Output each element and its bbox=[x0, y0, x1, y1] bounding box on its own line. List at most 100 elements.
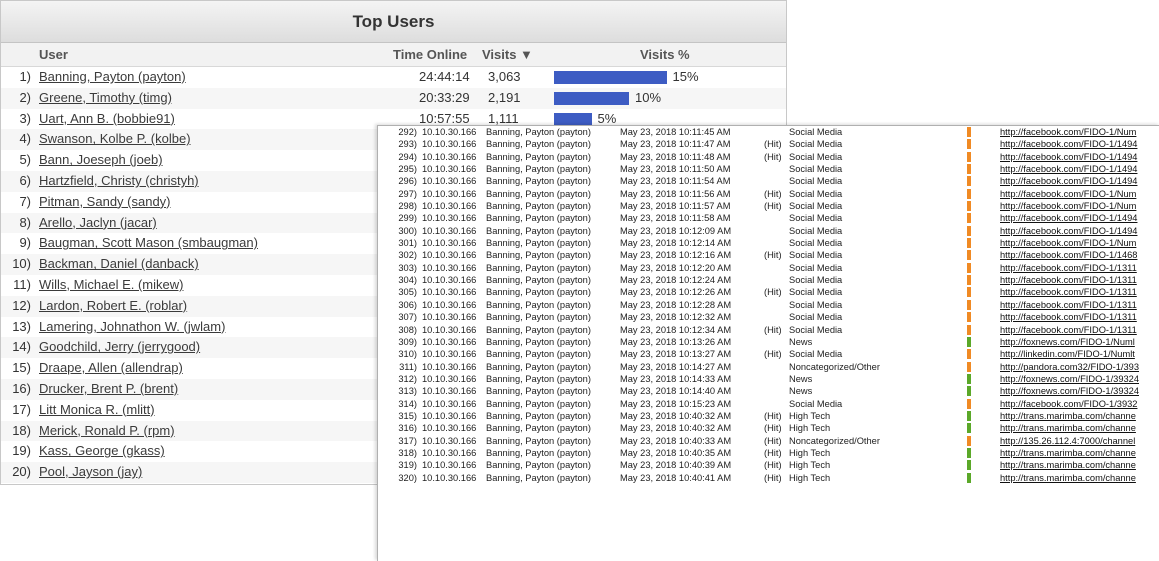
category-color-marker bbox=[967, 188, 971, 199]
log-url-link[interactable]: http://trans.marimba.com/channe bbox=[1000, 422, 1136, 434]
log-url-link[interactable]: http://facebook.com/FIDO-1/1494 bbox=[1000, 212, 1137, 224]
log-url-link[interactable]: http://foxnews.com/FIDO-1/Numl bbox=[1000, 336, 1135, 348]
log-row: 296) 10.10.30.166 Banning, Payton (payton)… bbox=[378, 175, 1159, 187]
column-header-visits[interactable]: Visits ▼ bbox=[482, 43, 533, 66]
log-url-link[interactable]: http://facebook.com/FIDO-1/1494 bbox=[1000, 138, 1137, 150]
user-link[interactable]: Drucker, Brent P. (brent) bbox=[39, 379, 178, 400]
log-hit-flag: (Hit) bbox=[764, 435, 782, 446]
log-url-link[interactable]: http://linkedin.com/FIDO-1/Numlt bbox=[1000, 348, 1135, 360]
log-url-link[interactable]: http://facebook.com/FIDO-1/3932 bbox=[1000, 398, 1137, 410]
user-link[interactable]: Draape, Allen (allendrap) bbox=[39, 358, 183, 379]
log-url-link[interactable]: http://trans.marimba.com/channe bbox=[1000, 459, 1136, 471]
log-index: 300) bbox=[398, 225, 417, 236]
category-color-marker bbox=[967, 250, 971, 261]
user-link[interactable]: Lamering, Johnathon W. (jwlam) bbox=[39, 317, 225, 338]
log-user: Banning, Payton (payton) bbox=[486, 287, 591, 298]
log-url-link[interactable]: http://facebook.com/FIDO-1/1311 bbox=[1000, 274, 1137, 286]
visits-pct: 10% bbox=[635, 89, 662, 105]
log-url-link[interactable]: http://facebook.com/FIDO-1/1311 bbox=[1000, 324, 1137, 336]
user-link[interactable]: Goodchild, Jerry (jerrygood) bbox=[39, 337, 200, 358]
user-link[interactable]: Banning, Payton (payton) bbox=[39, 67, 186, 88]
log-category: High Tech bbox=[789, 410, 831, 421]
log-ip: 10.10.30.166 bbox=[422, 201, 477, 212]
log-index: 296) bbox=[398, 176, 417, 187]
log-url-link[interactable]: http://facebook.com/FIDO-1/1468 bbox=[1000, 249, 1137, 261]
log-url-link[interactable]: http://facebook.com/FIDO-1/1311 bbox=[1000, 299, 1137, 311]
user-link[interactable]: Litt Monica R. (mlitt) bbox=[39, 400, 155, 421]
log-index: 317) bbox=[398, 435, 417, 446]
user-link[interactable]: Pitman, Sandy (sandy) bbox=[39, 192, 171, 213]
log-url-link[interactable]: http://facebook.com/FIDO-1/1494 bbox=[1000, 151, 1137, 163]
log-timestamp: May 23, 2018 10:12:09 AM bbox=[620, 225, 732, 236]
log-url-link[interactable]: http://facebook.com/FIDO-1/1311 bbox=[1000, 311, 1137, 323]
log-hit-flag: (Hit) bbox=[764, 423, 782, 434]
log-url-link[interactable]: http://trans.marimba.com/channe bbox=[1000, 410, 1136, 422]
log-user: Banning, Payton (payton) bbox=[486, 435, 591, 446]
column-header-user[interactable]: User bbox=[39, 43, 68, 66]
log-row: 311) 10.10.30.166 Banning, Payton (payton)… bbox=[378, 361, 1159, 373]
log-category: Social Media bbox=[789, 213, 843, 224]
log-user: Banning, Payton (payton) bbox=[486, 460, 591, 471]
category-color-marker bbox=[967, 151, 971, 162]
log-ip: 10.10.30.166 bbox=[422, 386, 477, 397]
log-hit-flag: (Hit) bbox=[764, 349, 782, 360]
log-ip: 10.10.30.166 bbox=[422, 312, 477, 323]
visits-bar bbox=[554, 71, 667, 84]
log-url-link[interactable]: http://facebook.com/FIDO-1/1494 bbox=[1000, 163, 1137, 175]
log-user: Banning, Payton (payton) bbox=[486, 176, 591, 187]
user-link[interactable]: Pool, Jayson (jay) bbox=[39, 462, 142, 483]
category-color-marker bbox=[967, 201, 971, 212]
user-link[interactable]: Swanson, Kolbe P. (kolbe) bbox=[39, 129, 191, 150]
log-index: 295) bbox=[398, 164, 417, 175]
log-url-link[interactable]: http://facebook.com/FIDO-1/1494 bbox=[1000, 225, 1137, 237]
log-url-link[interactable]: http://trans.marimba.com/channe bbox=[1000, 472, 1136, 484]
log-ip: 10.10.30.166 bbox=[422, 435, 477, 446]
user-link[interactable]: Wills, Michael E. (mikew) bbox=[39, 275, 183, 296]
log-url-link[interactable]: http://facebook.com/FIDO-1/Num bbox=[1000, 126, 1136, 138]
log-category: Social Media bbox=[789, 225, 843, 236]
user-link[interactable]: Backman, Daniel (danback) bbox=[39, 254, 199, 275]
row-rank: 8) bbox=[19, 214, 31, 230]
log-url-link[interactable]: http://facebook.com/FIDO-1/Num bbox=[1000, 200, 1136, 212]
log-hit-flag: (Hit) bbox=[764, 201, 782, 212]
log-row: 313) 10.10.30.166 Banning, Payton (payton)… bbox=[378, 385, 1159, 397]
user-link[interactable]: Bann, Joeseph (joeb) bbox=[39, 150, 163, 171]
log-timestamp: May 23, 2018 10:40:32 AM bbox=[620, 410, 732, 421]
log-url-link[interactable]: http://foxnews.com/FIDO-1/39324 bbox=[1000, 385, 1139, 397]
category-color-marker bbox=[967, 373, 971, 384]
log-timestamp: May 23, 2018 10:11:57 AM bbox=[620, 201, 731, 212]
user-link[interactable]: Uart, Ann B. (bobbie91) bbox=[39, 109, 175, 130]
user-link[interactable]: Arello, Jaclyn (jacar) bbox=[39, 213, 157, 234]
log-url-link[interactable]: http://facebook.com/FIDO-1/1311 bbox=[1000, 262, 1137, 274]
log-user: Banning, Payton (payton) bbox=[486, 225, 591, 236]
log-url-link[interactable]: http://facebook.com/FIDO-1/Num bbox=[1000, 188, 1136, 200]
log-url-link[interactable]: http://trans.marimba.com/channe bbox=[1000, 447, 1136, 459]
log-ip: 10.10.30.166 bbox=[422, 164, 477, 175]
column-header-time-online[interactable]: Time Online bbox=[393, 43, 467, 66]
log-user: Banning, Payton (payton) bbox=[486, 472, 591, 483]
log-index: 312) bbox=[398, 373, 417, 384]
user-link[interactable]: Hartzfield, Christy (christyh) bbox=[39, 171, 199, 192]
log-timestamp: May 23, 2018 10:12:34 AM bbox=[620, 324, 732, 335]
log-category: News bbox=[789, 386, 813, 397]
user-link[interactable]: Kass, George (gkass) bbox=[39, 441, 165, 462]
column-header-visits-pct[interactable]: Visits % bbox=[640, 43, 690, 66]
log-index: 293) bbox=[398, 139, 417, 150]
log-row: 302) 10.10.30.166 Banning, Payton (payton)… bbox=[378, 249, 1159, 261]
log-url-link[interactable]: http://135.26.112.4:7000/channel bbox=[1000, 435, 1135, 447]
user-link[interactable]: Greene, Timothy (timg) bbox=[39, 88, 172, 109]
user-link[interactable]: Baugman, Scott Mason (smbaugman) bbox=[39, 233, 258, 254]
log-row: 293) 10.10.30.166 Banning, Payton (payton)… bbox=[378, 138, 1159, 150]
log-url-link[interactable]: http://pandora.com32/FIDO-1/393 bbox=[1000, 361, 1139, 373]
log-timestamp: May 23, 2018 10:12:24 AM bbox=[620, 275, 732, 286]
category-color-marker bbox=[967, 213, 971, 224]
log-url-link[interactable]: http://foxnews.com/FIDO-1/39324 bbox=[1000, 373, 1139, 385]
user-link[interactable]: Merick, Ronald P. (rpm) bbox=[39, 421, 175, 442]
log-url-link[interactable]: http://facebook.com/FIDO-1/1494 bbox=[1000, 175, 1137, 187]
log-url-link[interactable]: http://facebook.com/FIDO-1/Num bbox=[1000, 237, 1136, 249]
user-link[interactable]: Lardon, Robert E. (roblar) bbox=[39, 296, 187, 317]
category-color-marker bbox=[967, 238, 971, 249]
log-url-link[interactable]: http://facebook.com/FIDO-1/1311 bbox=[1000, 286, 1137, 298]
log-hit-flag: (Hit) bbox=[764, 151, 782, 162]
category-color-marker bbox=[967, 127, 971, 137]
